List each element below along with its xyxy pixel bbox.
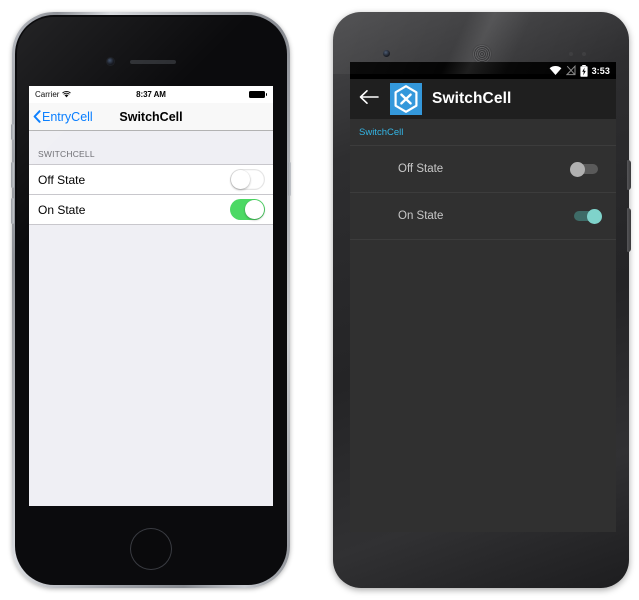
iphone-screen: Carrier 8:37 AM EntryCell SwitchCell SWI… — [29, 86, 273, 506]
ios-status-bar: Carrier 8:37 AM — [29, 86, 273, 103]
iphone-device: Carrier 8:37 AM EntryCell SwitchCell SWI… — [11, 12, 291, 588]
battery-charging-icon — [579, 64, 588, 77]
ios-switch-off[interactable] — [230, 169, 265, 190]
ios-switch-knob — [231, 170, 250, 189]
divider — [350, 239, 616, 240]
ios-cell-label: On State — [38, 202, 86, 217]
android-switch-on[interactable] — [570, 209, 602, 224]
android-up-button[interactable] — [358, 88, 380, 110]
android-power-button[interactable] — [627, 160, 631, 190]
android-volume-button[interactable] — [627, 208, 631, 252]
android-device: 3:53 SwitchCell SwitchCell Off State On … — [333, 12, 631, 588]
front-camera-icon — [383, 50, 390, 57]
ios-table-view: SWITCHCELL Off State On State — [29, 131, 273, 506]
earpiece-speaker — [130, 60, 176, 64]
iphone-volume-down-button[interactable] — [11, 198, 14, 224]
signal-none-icon — [565, 65, 576, 76]
android-switch-row-off[interactable]: Off State — [350, 146, 616, 192]
arrow-left-icon — [359, 89, 379, 110]
chevron-left-icon — [33, 110, 41, 123]
android-row-label: Off State — [398, 163, 444, 175]
android-status-bar: 3:53 — [350, 62, 616, 79]
ios-switch-knob — [245, 200, 264, 219]
iphone-volume-up-button[interactable] — [11, 162, 14, 188]
front-camera-icon — [107, 58, 114, 65]
ios-back-button[interactable]: EntryCell — [29, 110, 93, 124]
ios-switch-cell-off[interactable]: Off State — [29, 164, 273, 194]
android-screen: 3:53 SwitchCell SwitchCell Off State On … — [350, 62, 616, 532]
android-switch-row-on[interactable]: On State — [350, 193, 616, 239]
ios-cell-label: Off State — [38, 172, 86, 187]
ios-clock: 8:37 AM — [136, 90, 166, 99]
android-clock: 3:53 — [591, 65, 610, 76]
ios-back-label: EntryCell — [42, 109, 93, 124]
android-section-header: SwitchCell — [359, 127, 404, 138]
earpiece-speaker — [473, 45, 491, 63]
battery-full-icon — [248, 91, 267, 98]
android-switch-thumb — [570, 162, 585, 177]
proximity-sensors — [569, 52, 589, 56]
ios-switch-on[interactable] — [230, 199, 265, 220]
android-switch-off[interactable] — [570, 162, 602, 177]
iphone-power-button[interactable] — [288, 162, 291, 196]
page-title: SwitchCell — [432, 90, 512, 107]
android-list-view: SwitchCell Off State On State — [350, 119, 616, 532]
wifi-icon — [549, 65, 562, 76]
iphone-home-button[interactable] — [130, 528, 172, 570]
android-switch-thumb — [587, 209, 602, 224]
android-action-bar: SwitchCell — [350, 79, 616, 119]
ios-section-header: SWITCHCELL — [38, 149, 95, 159]
iphone-mute-switch[interactable] — [11, 124, 14, 140]
xamarin-hexagon-logo — [390, 83, 422, 115]
android-row-label: On State — [398, 210, 444, 222]
ios-navigation-bar: EntryCell SwitchCell — [29, 103, 273, 131]
ios-switch-cell-on[interactable]: On State — [29, 194, 273, 225]
